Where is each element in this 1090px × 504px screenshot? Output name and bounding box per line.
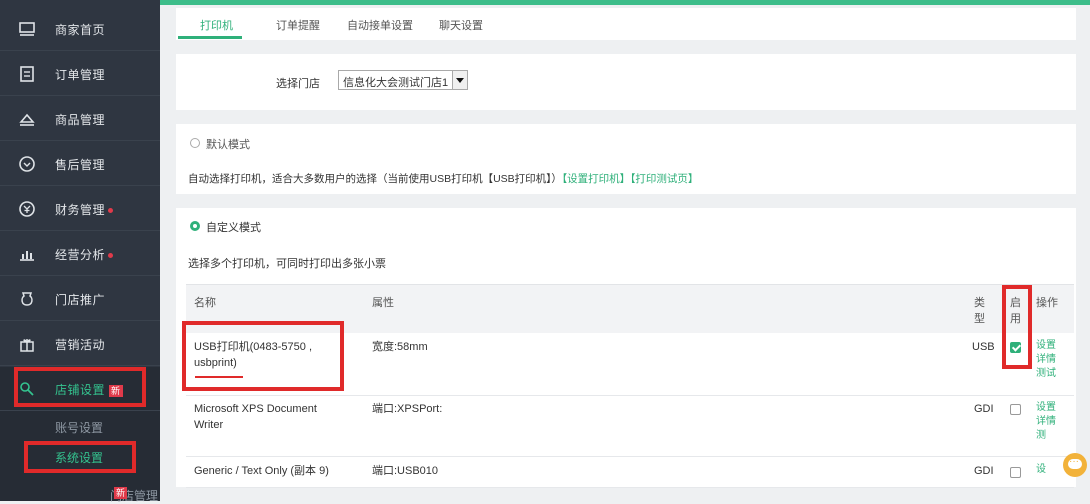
sidebar-item-label: 订单管理 xyxy=(55,68,106,82)
column-header-enable: 启 xyxy=(1010,297,1021,309)
sidebar-item-analysis[interactable]: 经营分析 xyxy=(0,232,160,276)
notification-dot xyxy=(108,208,114,214)
settings-link[interactable]: 设置 xyxy=(1036,339,1056,353)
table-row: Generic / Text Only (副本 9) 端口:USB010 GDI… xyxy=(186,457,1074,488)
print-test-link[interactable]: 【打印测试页】 xyxy=(630,173,698,185)
chevron-down-icon xyxy=(452,71,467,89)
sidebar-item-finance[interactable]: 财务管理 xyxy=(0,187,160,231)
sidebar-item-orders[interactable]: 订单管理 xyxy=(0,52,160,96)
store-select[interactable]: 信息化大会测试门店1 xyxy=(338,70,468,90)
printer-type: GDI xyxy=(974,403,994,415)
sidebar-item-aftersales[interactable]: 售后管理 xyxy=(0,142,160,186)
table-row: Microsoft XPS Document Writer 端口:XPSPort:… xyxy=(186,396,1074,457)
printer-table-header: 名称 属性 类 型 启 用 操作 xyxy=(186,284,1074,334)
new-badge: 新 xyxy=(114,487,128,499)
store-icon xyxy=(18,20,36,38)
printer-attr: 端口:XPSPort: xyxy=(372,403,443,415)
highlight-underline xyxy=(195,376,243,378)
sidebar-item-label: 营销活动 xyxy=(55,338,106,352)
details-link[interactable]: 详情 xyxy=(1036,353,1056,367)
column-header-attr: 属性 xyxy=(372,297,394,309)
active-tab-indicator xyxy=(178,36,242,39)
column-header-op: 操作 xyxy=(1036,297,1058,309)
sidebar-item-label: 门店推广 xyxy=(55,293,106,307)
sidebar-item-home[interactable]: 商家首页 xyxy=(0,7,160,51)
store-label: 选择门店 xyxy=(276,78,320,90)
sidebar-item-label: 店铺设置新 xyxy=(55,383,123,397)
column-header-name: 名称 xyxy=(194,297,216,309)
sidebar: 商家首页 订单管理 商品管理 售后管理 财务管理 经营分析 门店推广 营销活动 … xyxy=(0,0,160,503)
test-link[interactable]: 测 xyxy=(1036,429,1056,443)
sidebar-item-label: 商家首页 xyxy=(55,23,106,37)
custom-mode-description: 选择多个打印机，可同时打印出多张小票 xyxy=(188,258,386,270)
chart-icon xyxy=(18,245,36,263)
settings-icon xyxy=(18,380,36,398)
sidebar-subitem-stores[interactable]: 门店管理新 xyxy=(0,471,160,503)
settings-link[interactable]: 设 xyxy=(1036,463,1046,477)
tab-bar: 打印机 订单提醒 自动接单设置 聊天设置 xyxy=(176,8,1076,40)
printer-name: Microsoft XPS Document Writer xyxy=(194,403,317,431)
sidebar-subitem-system[interactable]: 系统设置 xyxy=(0,441,160,471)
sidebar-item-label: 经营分析 xyxy=(55,246,114,263)
new-badge: 新 xyxy=(109,384,123,397)
test-link[interactable]: 测试 xyxy=(1036,367,1056,381)
printer-type: USB xyxy=(972,341,995,353)
sidebar-item-products[interactable]: 商品管理 xyxy=(0,97,160,141)
custom-mode-label: 自定义模式 xyxy=(206,222,261,234)
table-row: USB打印机(0483-5750 , usbprint) 宽度:58mm USB … xyxy=(186,333,1074,396)
printer-type: GDI xyxy=(974,465,994,477)
set-printer-link[interactable]: 【设置打印机】 xyxy=(562,173,630,185)
sidebar-item-store-settings[interactable]: 店铺设置新 xyxy=(0,367,160,411)
sidebar-item-label: 财务管理 xyxy=(55,201,114,218)
top-accent-bar xyxy=(160,0,1090,5)
enable-checkbox[interactable] xyxy=(1010,467,1021,478)
default-mode-radio[interactable] xyxy=(190,138,200,148)
row-actions: 设置 详情 测试 xyxy=(1036,339,1056,381)
printer-name: USB打印机(0483-5750 , usbprint) xyxy=(194,341,312,369)
default-mode-label: 默认模式 xyxy=(206,139,250,151)
sidebar-item-marketing[interactable]: 营销活动 xyxy=(0,322,160,366)
service-icon xyxy=(18,155,36,173)
column-header-type: 型 xyxy=(974,313,985,325)
finance-icon xyxy=(18,200,36,218)
printer-attr: 宽度:58mm xyxy=(372,341,428,353)
gift-icon xyxy=(18,335,36,353)
enable-checkbox[interactable] xyxy=(1010,404,1021,415)
tab-order-reminder[interactable]: 订单提醒 xyxy=(276,17,320,33)
enable-checkbox[interactable] xyxy=(1010,342,1021,353)
custom-mode-radio[interactable] xyxy=(190,221,200,231)
sidebar-item-promotion[interactable]: 门店推广 xyxy=(0,277,160,321)
row-actions: 设 xyxy=(1036,463,1046,477)
tab-auto-accept[interactable]: 自动接单设置 xyxy=(347,17,413,33)
row-actions: 设置 详情 测 xyxy=(1036,401,1056,443)
column-header-enable: 用 xyxy=(1010,313,1021,325)
sidebar-item-label: 商品管理 xyxy=(55,113,106,127)
notification-dot xyxy=(108,253,114,259)
column-header-type: 类 xyxy=(974,297,985,309)
sidebar-item-label: 售后管理 xyxy=(55,158,106,172)
printer-name: Generic / Text Only (副本 9) xyxy=(194,465,329,477)
tab-chat-settings[interactable]: 聊天设置 xyxy=(439,17,483,33)
default-mode-description: 自动选择打印机，适合大多数用户的选择（当前使用USB打印机【USB打印机】）【设… xyxy=(188,173,699,185)
tab-printer[interactable]: 打印机 xyxy=(200,17,233,33)
details-link[interactable]: 详情 xyxy=(1036,415,1056,429)
chat-bubble-icon[interactable] xyxy=(1063,453,1087,477)
product-icon xyxy=(18,110,36,128)
settings-link[interactable]: 设置 xyxy=(1036,401,1056,415)
sidebar-subitem-account[interactable]: 账号设置 xyxy=(0,411,160,441)
printer-attr: 端口:USB010 xyxy=(372,465,439,477)
document-icon xyxy=(18,65,36,83)
promo-icon xyxy=(18,290,36,308)
